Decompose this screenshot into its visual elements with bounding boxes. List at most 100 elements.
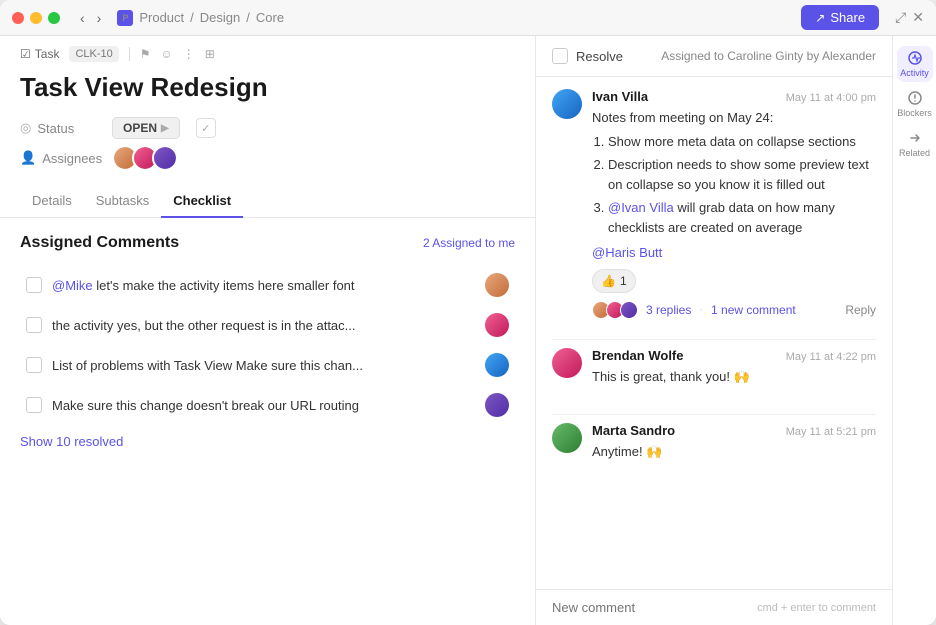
avatar-3[interactable] bbox=[152, 145, 178, 171]
traffic-lights bbox=[12, 12, 60, 24]
breadcrumb-design[interactable]: Design bbox=[200, 10, 240, 25]
new-comment-input[interactable] bbox=[552, 600, 757, 615]
titlebar: ‹ › P Product / Design / Core Share ⤢ ✕ bbox=[0, 0, 936, 36]
author-brendan: Brendan Wolfe bbox=[592, 348, 684, 363]
comment-intro: Notes from meeting on May 24: bbox=[592, 110, 773, 125]
mention-haris[interactable]: @Haris Butt bbox=[592, 245, 662, 260]
checklist-item[interactable]: List of problems with Task View Make sur… bbox=[20, 346, 515, 384]
status-label: ◎ Status bbox=[20, 120, 100, 136]
checklist-item[interactable]: Make sure this change doesn't break our … bbox=[20, 386, 515, 424]
assignees-avatars bbox=[112, 145, 178, 171]
activity-icon bbox=[907, 50, 923, 66]
comment-marta: Marta Sandro May 11 at 5:21 pm Anytime! … bbox=[552, 423, 876, 462]
checkbox-1[interactable] bbox=[26, 277, 42, 293]
activity-feed: Ivan Villa May 11 at 4:00 pm Notes from … bbox=[536, 77, 892, 589]
comment-divider-2 bbox=[552, 414, 876, 415]
checkbox-2[interactable] bbox=[26, 317, 42, 333]
checklist-item[interactable]: the activity yes, but the other request … bbox=[20, 306, 515, 344]
window-resize-button[interactable]: ⤢ bbox=[895, 9, 906, 26]
show-resolved-link[interactable]: Show 10 resolved bbox=[20, 434, 123, 449]
item-avatar-4 bbox=[485, 393, 509, 417]
left-panel: ☑ Task CLK-10 ⚑ ☺ ⋮ ⊞ Task View Redesign… bbox=[0, 36, 536, 625]
status-arrow-icon: ▶ bbox=[161, 123, 169, 134]
blockers-label: Blockers bbox=[897, 108, 932, 118]
resolve-label[interactable]: Resolve bbox=[576, 49, 623, 64]
status-badge[interactable]: OPEN ▶ bbox=[112, 117, 180, 139]
status-check-button[interactable]: ✓ bbox=[196, 118, 216, 138]
reaction-emoji: 👍 bbox=[601, 272, 616, 290]
forward-button[interactable]: › bbox=[93, 8, 106, 28]
breadcrumb-sep2: / bbox=[246, 10, 250, 25]
thread-replies[interactable]: 3 replies bbox=[646, 303, 691, 317]
new-comment-bar: cmd + enter to comment bbox=[536, 589, 892, 625]
comment-text-brendan: This is great, thank you! 🙌 bbox=[592, 367, 876, 387]
assignees-label: 👤 Assignees bbox=[20, 150, 100, 166]
new-comment-badge[interactable]: 1 new comment bbox=[711, 303, 796, 317]
image-icon[interactable]: ⊞ bbox=[205, 47, 215, 61]
back-button[interactable]: ‹ bbox=[76, 8, 89, 28]
checklist-item[interactable]: @Mike let's make the activity items here… bbox=[20, 266, 515, 304]
new-comment-hint: cmd + enter to comment bbox=[757, 602, 876, 614]
tab-checklist[interactable]: Checklist bbox=[161, 185, 243, 218]
checkbox-3[interactable] bbox=[26, 357, 42, 373]
breadcrumb-product[interactable]: Product bbox=[139, 10, 184, 25]
nav-arrows: ‹ › bbox=[76, 8, 105, 28]
comment-header-marta: Marta Sandro May 11 at 5:21 pm bbox=[592, 423, 876, 438]
tab-subtasks[interactable]: Subtasks bbox=[84, 185, 161, 218]
comment-thread-marta: Marta Sandro May 11 at 5:21 pm Anytime! … bbox=[552, 423, 876, 470]
comment-thread-brendan: Brendan Wolfe May 11 at 4:22 pm This is … bbox=[552, 348, 876, 395]
emoji-icon[interactable]: ☺ bbox=[161, 47, 173, 61]
reply-button[interactable]: Reply bbox=[845, 303, 876, 317]
item-avatar-1 bbox=[485, 273, 509, 297]
reaction-count: 1 bbox=[620, 272, 627, 290]
item-avatar-2 bbox=[485, 313, 509, 337]
flag-icon: ⚑ bbox=[140, 47, 151, 61]
comment-body-brendan: Brendan Wolfe May 11 at 4:22 pm This is … bbox=[592, 348, 876, 387]
item-avatar-3 bbox=[485, 353, 509, 377]
thread-avatars bbox=[592, 301, 638, 319]
comment-header-brendan: Brendan Wolfe May 11 at 4:22 pm bbox=[592, 348, 876, 363]
close-traffic-light[interactable] bbox=[12, 12, 24, 24]
avatar-ivan bbox=[552, 89, 582, 119]
checklist-items: @Mike let's make the activity items here… bbox=[20, 266, 515, 424]
right-panel: Resolve Assigned to Caroline Ginty by Al… bbox=[536, 36, 936, 625]
tab-details[interactable]: Details bbox=[20, 185, 84, 218]
checkbox-4[interactable] bbox=[26, 397, 42, 413]
item-text-1: @Mike let's make the activity items here… bbox=[52, 278, 475, 293]
comment-text-ivan: Notes from meeting on May 24: Show more … bbox=[592, 108, 876, 293]
author-ivan: Ivan Villa bbox=[592, 89, 648, 104]
link-icon[interactable]: ⋮ bbox=[183, 47, 195, 61]
mention-ivan-villa: @Ivan Villa bbox=[608, 200, 674, 215]
minimize-traffic-light[interactable] bbox=[30, 12, 42, 24]
comment-text-marta: Anytime! 🙌 bbox=[592, 442, 876, 462]
share-button[interactable]: Share bbox=[801, 5, 879, 30]
assigned-badge[interactable]: 2 Assigned to me bbox=[423, 236, 515, 250]
task-type-icon: ☑ bbox=[20, 47, 31, 61]
comment-body-ivan: Ivan Villa May 11 at 4:00 pm Notes from … bbox=[592, 89, 876, 293]
sidebar-activity-button[interactable]: Activity bbox=[897, 46, 933, 82]
sidebar-blockers-button[interactable]: Blockers bbox=[897, 86, 933, 122]
breadcrumb: P Product / Design / Core bbox=[117, 10, 284, 26]
breadcrumb-sep1: / bbox=[190, 10, 194, 25]
maximize-traffic-light[interactable] bbox=[48, 12, 60, 24]
window-close-button[interactable]: ✕ bbox=[912, 9, 924, 26]
activity-header: Resolve Assigned to Caroline Ginty by Al… bbox=[536, 36, 892, 77]
reaction-thumbsup[interactable]: 👍 1 bbox=[592, 269, 636, 293]
task-toolbar: ☑ Task CLK-10 ⚑ ☺ ⋮ ⊞ bbox=[0, 36, 535, 62]
comment-brendan: Brendan Wolfe May 11 at 4:22 pm This is … bbox=[552, 348, 876, 387]
section-header: Assigned Comments 2 Assigned to me bbox=[20, 234, 515, 252]
author-marta: Marta Sandro bbox=[592, 423, 675, 438]
status-icon: ◎ bbox=[20, 120, 31, 136]
assignees-row: 👤 Assignees bbox=[20, 145, 515, 171]
section-title: Assigned Comments bbox=[20, 234, 179, 252]
assignees-icon: 👤 bbox=[20, 150, 36, 166]
tabs: Details Subtasks Checklist bbox=[0, 177, 535, 218]
status-row: ◎ Status OPEN ▶ ✓ bbox=[20, 117, 515, 139]
sidebar-related-button[interactable]: Related bbox=[897, 126, 933, 162]
list-item-3: @Ivan Villa will grab data on how many c… bbox=[608, 198, 876, 237]
resolve-checkbox[interactable] bbox=[552, 48, 568, 64]
time-brendan: May 11 at 4:22 pm bbox=[786, 351, 876, 363]
product-icon: P bbox=[117, 10, 133, 26]
breadcrumb-core[interactable]: Core bbox=[256, 10, 284, 25]
comment-list: Show more meta data on collapse sections… bbox=[608, 132, 876, 238]
